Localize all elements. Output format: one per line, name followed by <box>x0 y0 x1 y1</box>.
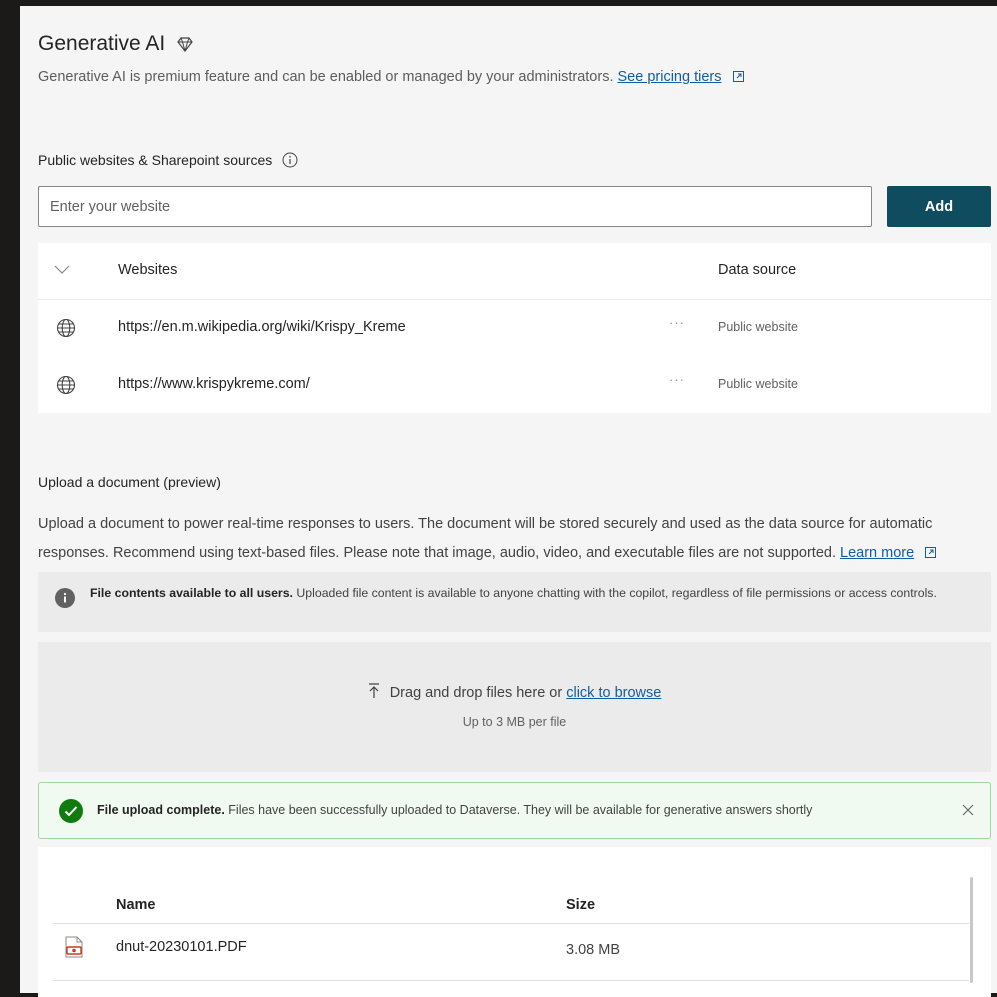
drop-instructions: Drag and drop files here or click to bro… <box>38 683 991 701</box>
pricing-tiers-link[interactable]: See pricing tiers <box>618 69 722 85</box>
websites-table-header: Websites Data source <box>38 243 991 300</box>
diamond-premium-icon <box>177 37 194 52</box>
notice-text: File contents available to all users. Up… <box>90 583 970 603</box>
notice-bold-text: File contents available to all users. <box>90 586 293 600</box>
success-bold-text: File upload complete. <box>97 803 225 817</box>
websites-table: Websites Data source https://en.m.wikipe… <box>38 243 991 413</box>
website-row[interactable]: https://en.m.wikipedia.org/wiki/Krispy_K… <box>38 300 991 357</box>
success-message: File upload complete. Files have been su… <box>97 803 812 817</box>
websites-column-header[interactable]: Websites <box>118 262 177 278</box>
more-options-button[interactable]: ··· <box>669 315 685 330</box>
websites-section-label-text: Public websites & Sharepoint sources <box>38 152 273 168</box>
learn-more-link[interactable]: Learn more <box>840 545 914 561</box>
upload-description: Upload a document to power real-time res… <box>38 510 993 568</box>
checkmark-circle-icon <box>59 799 83 823</box>
website-url: https://www.krispykreme.com/ <box>118 376 310 392</box>
title-row: Generative AI <box>38 32 194 56</box>
file-size-limit: Up to 3 MB per file <box>462 715 567 729</box>
premium-description-text: Generative AI is premium feature and can… <box>38 69 614 85</box>
close-icon[interactable] <box>962 804 974 816</box>
external-link-icon[interactable] <box>925 547 937 558</box>
upload-success-banner: File upload complete. Files have been su… <box>38 782 991 839</box>
info-icon[interactable] <box>282 152 298 168</box>
websites-section-label: Public websites & Sharepoint sources <box>38 152 298 168</box>
uploaded-files-table: Name Size dnut-20230101.PDF 3.08 MB <box>38 847 991 997</box>
upload-arrow-icon <box>368 683 379 698</box>
website-data-source: Public website <box>718 377 798 391</box>
external-link-icon[interactable] <box>732 71 744 82</box>
data-source-column-header[interactable]: Data source <box>718 262 796 278</box>
info-filled-icon <box>55 588 75 608</box>
upload-section-label: Upload a document (preview) <box>38 474 221 490</box>
website-row[interactable]: https://www.krispykreme.com/ ··· Public … <box>38 357 991 414</box>
globe-icon <box>56 318 76 338</box>
success-detail-text: Files have been successfully uploaded to… <box>228 803 813 817</box>
globe-icon <box>56 375 76 395</box>
header-divider <box>53 923 969 924</box>
website-url: https://en.m.wikipedia.org/wiki/Krispy_K… <box>118 319 406 335</box>
more-options-button[interactable]: ··· <box>669 372 685 387</box>
browse-link[interactable]: click to browse <box>566 685 661 701</box>
generative-ai-panel: Generative AI Generative AI is premium f… <box>20 6 997 997</box>
name-column-header[interactable]: Name <box>116 897 156 913</box>
website-input[interactable] <box>38 186 872 227</box>
chevron-down-icon[interactable] <box>54 263 70 275</box>
row-divider <box>53 980 969 981</box>
notice-detail-text: Uploaded file content is available to an… <box>296 586 937 600</box>
website-data-source: Public website <box>718 320 798 334</box>
file-name[interactable]: dnut-20230101.PDF <box>116 939 247 955</box>
file-dropzone[interactable]: Drag and drop files here or click to bro… <box>38 642 991 772</box>
size-column-header[interactable]: Size <box>566 897 595 913</box>
page-title: Generative AI <box>38 32 166 55</box>
pdf-file-icon <box>65 936 83 958</box>
files-scrollbar[interactable] <box>970 877 973 983</box>
file-visibility-notice: File contents available to all users. Up… <box>38 572 991 632</box>
file-size: 3.08 MB <box>566 942 620 958</box>
upload-description-text: Upload a document to power real-time res… <box>38 516 933 561</box>
drop-text: Drag and drop files here or <box>389 685 563 701</box>
add-website-button[interactable]: Add <box>887 186 991 227</box>
premium-description: Generative AI is premium feature and can… <box>38 69 744 85</box>
